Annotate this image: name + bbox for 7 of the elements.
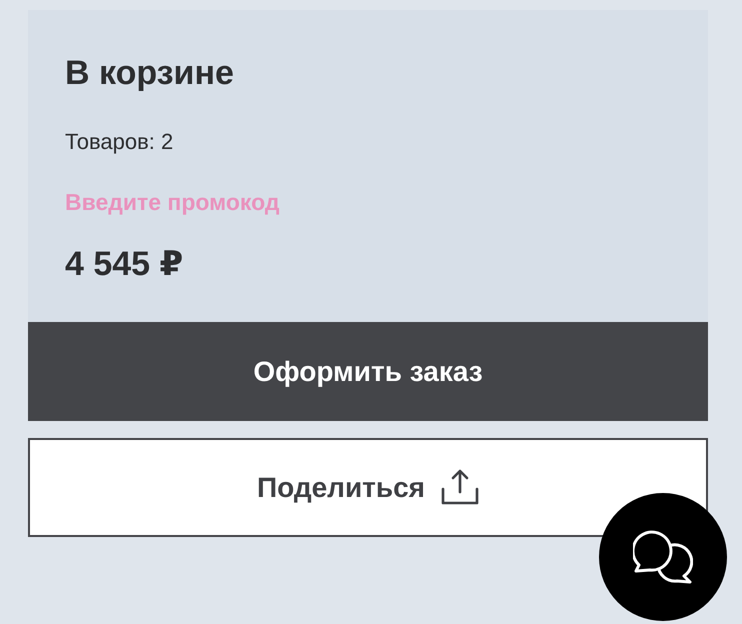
items-count: Товаров: 2 bbox=[65, 129, 174, 155]
checkout-button[interactable]: Оформить заказ bbox=[28, 322, 708, 421]
total-price: 4 545 ₽ bbox=[65, 246, 184, 282]
share-button[interactable]: Поделиться bbox=[28, 438, 708, 537]
cart-title: В корзине bbox=[65, 55, 234, 91]
share-icon bbox=[441, 468, 480, 504]
chat-icon bbox=[633, 529, 693, 585]
